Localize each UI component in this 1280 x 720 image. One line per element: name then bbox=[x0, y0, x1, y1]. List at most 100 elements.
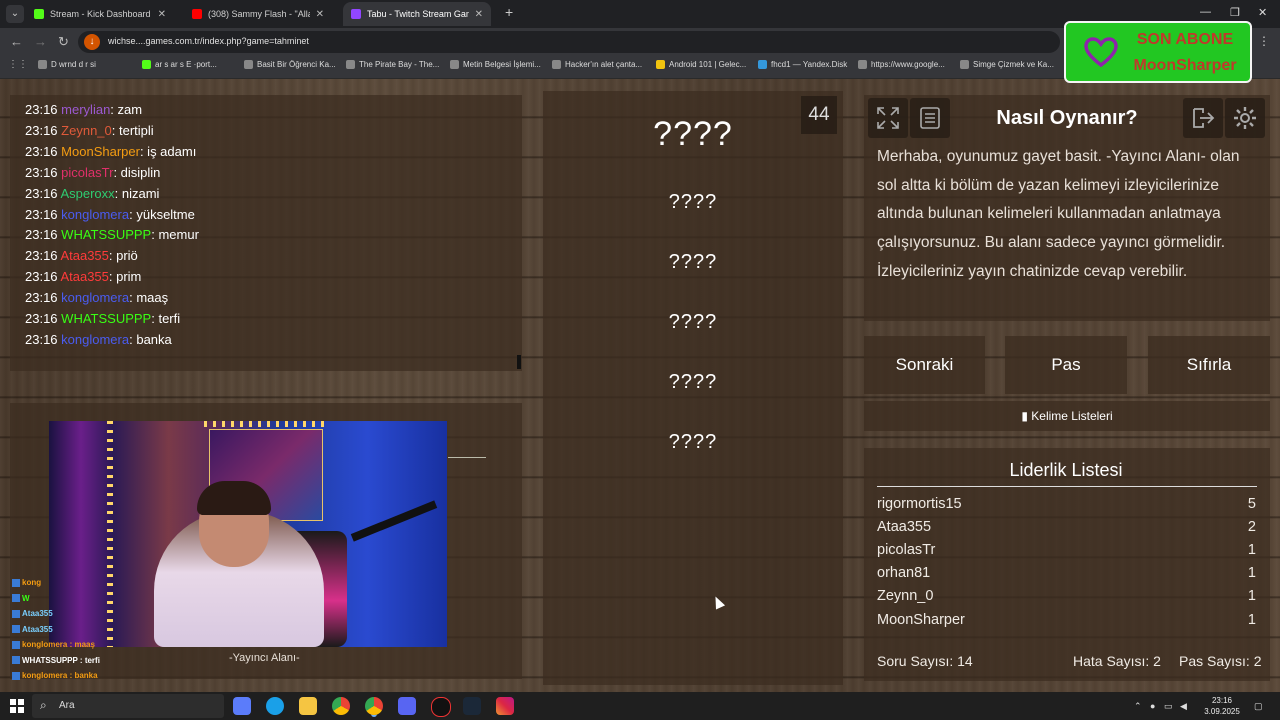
speaker-icon[interactable]: ◀ bbox=[1180, 701, 1187, 712]
close-icon[interactable]: ✕ bbox=[158, 9, 166, 20]
clipboard-icon: ▮ bbox=[1021, 409, 1032, 423]
file-explorer-icon[interactable] bbox=[299, 697, 317, 715]
chat-timestamp: 23:16 bbox=[25, 331, 58, 347]
chat-scrollbar[interactable] bbox=[517, 355, 521, 369]
overlay-chat-text: W bbox=[22, 593, 30, 603]
menu-icon[interactable]: ⋮ bbox=[1258, 34, 1270, 48]
chrome-icon[interactable] bbox=[332, 697, 350, 715]
chat-username[interactable]: picolasTr bbox=[61, 165, 113, 180]
chat-username[interactable]: Zeynn_0 bbox=[61, 123, 112, 138]
minimize-icon[interactable]: — bbox=[1200, 6, 1211, 18]
download-icon[interactable]: ↓ bbox=[84, 34, 100, 50]
pass-count: Pas Sayısı: 2 bbox=[1179, 653, 1262, 669]
obs-icon[interactable] bbox=[431, 697, 451, 717]
how-to-play-title: Nasıl Oynanır? bbox=[996, 107, 1138, 129]
chat-timestamp: 23:16 bbox=[25, 164, 58, 180]
microphone-icon[interactable]: ● bbox=[1150, 701, 1155, 711]
logout-button[interactable] bbox=[1183, 98, 1223, 138]
globe-icon bbox=[552, 60, 561, 69]
bookmark-item[interactable]: Basit Bir Öğrenci Ka... bbox=[244, 60, 336, 69]
pass-button[interactable]: Pas bbox=[1005, 336, 1127, 394]
settings-button[interactable] bbox=[1225, 98, 1265, 138]
fullscreen-button[interactable] bbox=[868, 98, 908, 138]
copilot-icon[interactable] bbox=[233, 697, 251, 715]
chat-username[interactable]: Asperoxx bbox=[60, 186, 114, 201]
chat-timestamp: 23:16 bbox=[25, 290, 58, 306]
badge-icon bbox=[12, 640, 20, 649]
chrome-active-icon[interactable] bbox=[365, 697, 383, 715]
chat-username[interactable]: Ataa355 bbox=[60, 248, 108, 263]
chat-username[interactable]: merylian bbox=[61, 102, 110, 117]
reset-button[interactable]: Sıfırla bbox=[1148, 336, 1270, 394]
tab-search-button[interactable]: ⌄ bbox=[6, 5, 24, 23]
question-count: Soru Sayısı: 14 bbox=[877, 653, 973, 669]
steam-icon[interactable] bbox=[463, 697, 481, 715]
chat-username[interactable]: MoonSharper bbox=[61, 144, 140, 159]
tab-tabu-game[interactable]: Tabu - Twitch Stream Game ✕ bbox=[343, 2, 491, 26]
tab-kick-dashboard[interactable]: Stream - Kick Dashboard ✕ bbox=[26, 2, 174, 26]
chat-username[interactable]: WHATSSUPPP bbox=[61, 227, 151, 242]
bookmark-item[interactable]: ar s ar s E ·port... bbox=[142, 60, 217, 69]
restore-icon[interactable]: ❐ bbox=[1230, 6, 1240, 19]
chat-username[interactable]: konglomera bbox=[61, 332, 129, 347]
chevron-up-icon[interactable]: ⌃ bbox=[1134, 701, 1142, 712]
address-bar[interactable]: ↓ wichse....games.com.tr/index.php?game=… bbox=[78, 31, 1060, 53]
forward-icon[interactable]: → bbox=[34, 34, 47, 49]
chat-timestamp: 23:16 bbox=[25, 248, 58, 264]
system-clock[interactable]: 23:16 3.09.2025 bbox=[1198, 695, 1246, 717]
word-lists-button[interactable]: ▮ Kelime Listeleri bbox=[864, 401, 1270, 431]
tab-label: Stream - Kick Dashboard bbox=[50, 9, 151, 19]
kick-icon bbox=[34, 9, 44, 19]
edge-icon[interactable] bbox=[266, 697, 284, 715]
notes-button[interactable] bbox=[910, 98, 950, 138]
chat-username[interactable]: WHATSSUPPP bbox=[61, 311, 151, 326]
chat-username[interactable]: konglomera bbox=[61, 290, 129, 305]
taskbar-search[interactable]: ⌕ Ara bbox=[32, 694, 224, 718]
player-points: 1 bbox=[1247, 588, 1256, 605]
player-name: rigormortis15 bbox=[877, 496, 962, 512]
bookmark-item[interactable]: The Pirate Bay - The... bbox=[346, 60, 439, 69]
close-icon[interactable]: ✕ bbox=[316, 9, 324, 20]
player-name: picolasTr bbox=[877, 542, 936, 559]
back-icon[interactable]: ← bbox=[10, 34, 23, 49]
close-window-icon[interactable]: ✕ bbox=[1258, 6, 1267, 19]
new-tab-button[interactable]: + bbox=[505, 4, 513, 20]
bookmark-item[interactable]: fhcd1 — Yandex.Disk bbox=[758, 60, 847, 69]
close-icon[interactable]: ✕ bbox=[475, 9, 483, 20]
chat-username[interactable]: Ataa355 bbox=[60, 269, 108, 284]
badge-icon bbox=[12, 594, 20, 603]
chat-timestamp: 23:16 bbox=[25, 269, 58, 285]
player-name: MoonSharper bbox=[877, 611, 965, 628]
kick-icon bbox=[142, 60, 151, 69]
windows-start-icon[interactable] bbox=[10, 699, 24, 713]
overlay-chat-line: konglomera : banka bbox=[12, 671, 98, 680]
overlay-chat-line: Ataa355 bbox=[12, 609, 53, 618]
overlay-chat-line: konglomera : maaş bbox=[12, 640, 95, 649]
instagram-icon[interactable] bbox=[496, 697, 514, 715]
chat-text: : yükseltme bbox=[129, 206, 195, 222]
network-icon[interactable]: ▭ bbox=[1164, 701, 1173, 712]
cloud-icon bbox=[758, 60, 767, 69]
chat-timestamp: 23:16 bbox=[25, 143, 58, 159]
badge-icon bbox=[12, 671, 20, 680]
bookmark-item[interactable]: Simge Çizmek ve Ka... bbox=[960, 60, 1054, 69]
forbidden-word: ???? bbox=[668, 371, 718, 393]
discord-icon[interactable] bbox=[398, 697, 416, 715]
reload-icon[interactable]: ↻ bbox=[58, 34, 69, 50]
chat-username[interactable]: konglomera bbox=[61, 207, 129, 222]
exit-icon bbox=[1193, 108, 1215, 128]
bookmark-item[interactable]: D wrnd d r si bbox=[38, 60, 96, 69]
apps-icon[interactable]: ⋮⋮ bbox=[8, 59, 28, 70]
bookmark-item[interactable]: Android 101 | Gelec... bbox=[656, 60, 746, 69]
chat-text: : iş adamı bbox=[139, 143, 197, 159]
next-button[interactable]: Sonraki bbox=[864, 336, 985, 394]
bookmark-item[interactable]: https://www.google... bbox=[858, 60, 945, 69]
notifications-icon[interactable]: ▢ bbox=[1254, 701, 1263, 712]
bookmark-item[interactable]: Metin Belgesi İşlemi... bbox=[450, 60, 541, 69]
alert-title: SON ABONE bbox=[1136, 31, 1234, 48]
tab-youtube[interactable]: (308) Sammy Flash - "Alla Yar" ( ✕ bbox=[184, 2, 332, 26]
bookmark-item[interactable]: Hacker'ın alet çanta... bbox=[552, 60, 642, 69]
overlay-chat-line: kong bbox=[12, 578, 41, 587]
subscriber-alert: SON ABONE MoonSharper bbox=[1064, 21, 1252, 83]
leaderboard-row: Ataa355 2 bbox=[877, 519, 1257, 535]
